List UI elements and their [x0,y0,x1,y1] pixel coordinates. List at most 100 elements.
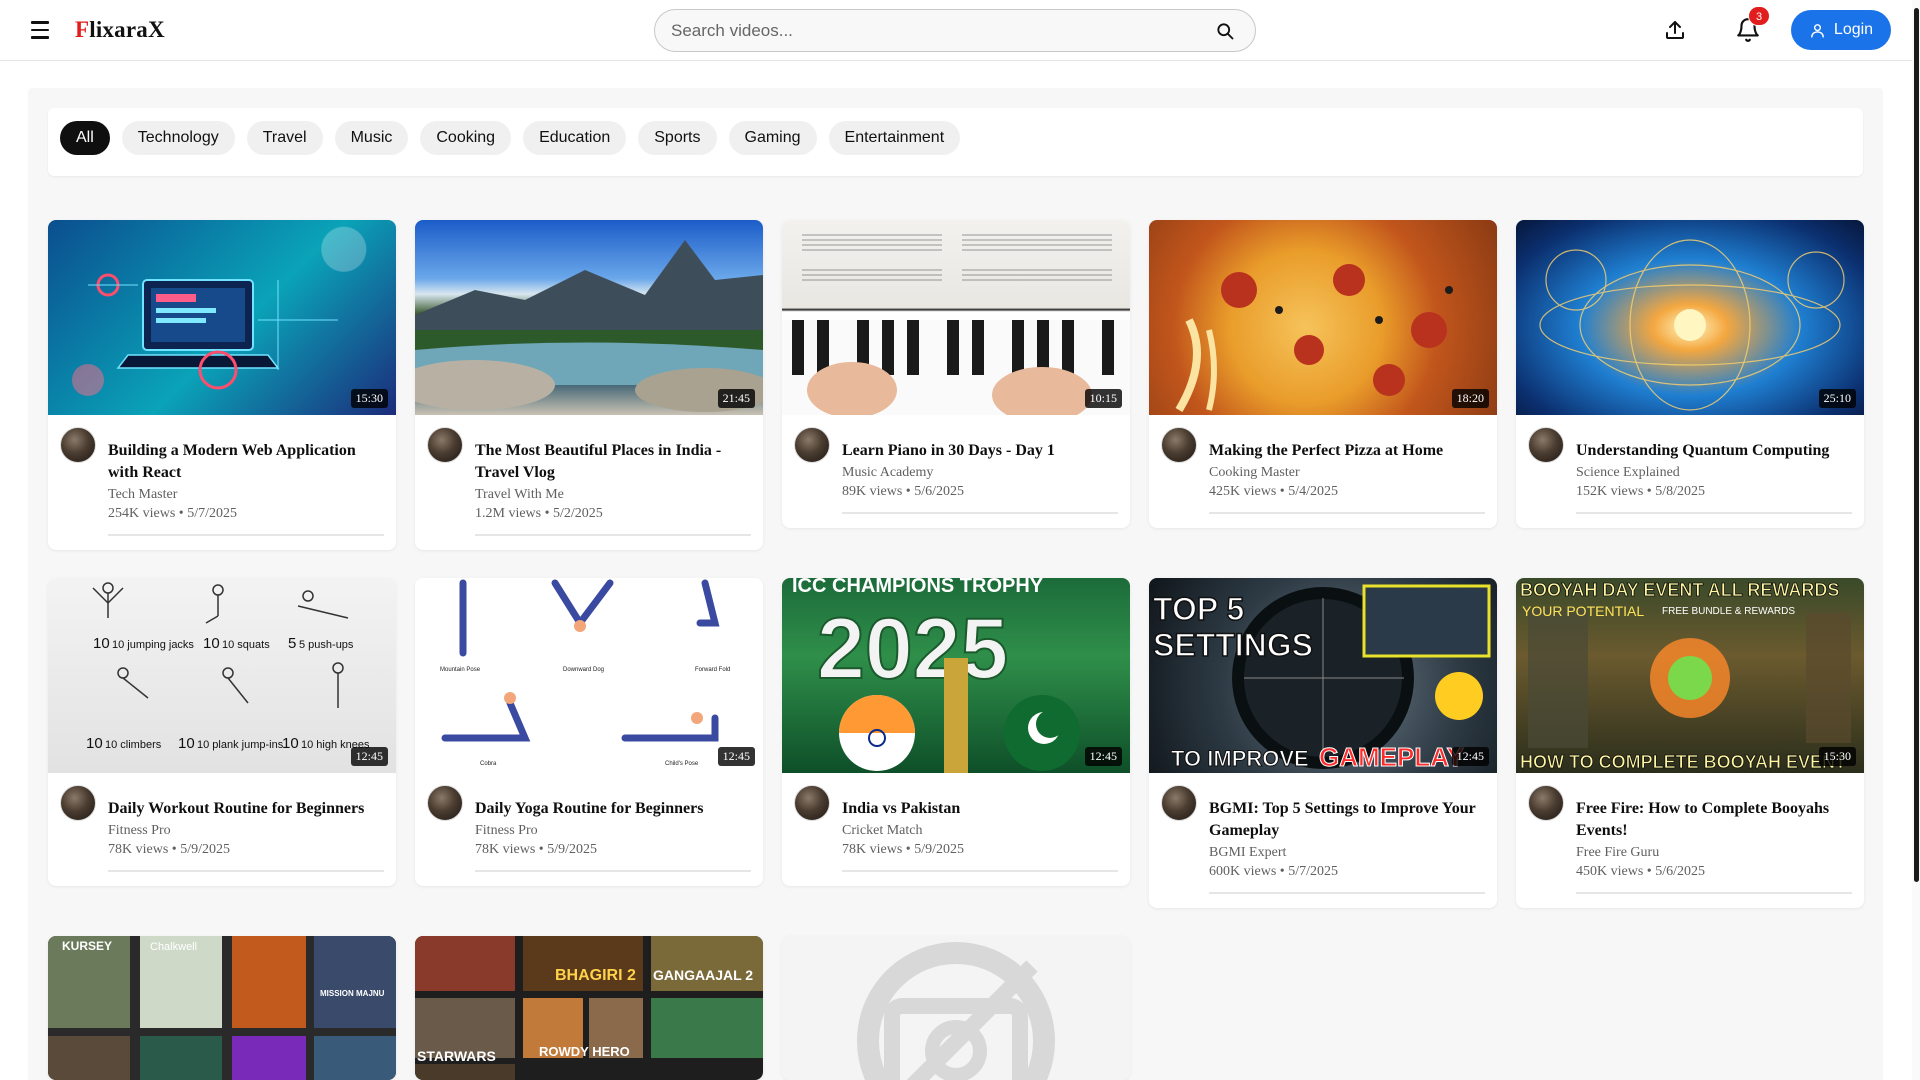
channel-avatar[interactable] [1161,785,1197,821]
video-card[interactable]: 21:45 The Most Beautiful Places in India… [415,220,763,550]
piano-illustration [782,234,1130,415]
scrollbar-thumb[interactable] [1914,8,1919,882]
chip-education[interactable]: Education [523,121,627,155]
page-scrollbar[interactable] [1912,0,1920,1080]
video-thumbnail[interactable]: 10:15 [782,220,1130,415]
video-card[interactable]: 25:10 Understanding Quantum Computing Sc… [1516,220,1864,528]
channel-name[interactable]: Fitness Pro [108,823,384,839]
top-header: FlixaraX 3 Login [0,0,1920,61]
channel-avatar[interactable] [427,785,463,821]
chip-entertainment[interactable]: Entertainment [828,121,961,155]
svg-text:MISSION MAJNU: MISSION MAJNU [320,989,385,998]
login-button[interactable]: Login [1791,10,1891,50]
video-title[interactable]: Daily Workout Routine for Beginners [108,798,384,820]
video-thumbnail[interactable]: ICC CHAMPIONS TROPHY 2025 12:45 [782,578,1130,773]
yoga-illustration: Mountain Pose Downward Dog Forward Fold … [440,579,730,767]
channel-avatar[interactable] [794,785,830,821]
channel-name[interactable]: Science Explained [1576,465,1852,481]
channel-avatar[interactable] [1528,785,1564,821]
video-title[interactable]: India vs Pakistan [842,798,1118,820]
video-thumbnail[interactable]: 15:30 [48,220,396,415]
video-card[interactable]: 15:30 Building a Modern Web Application … [48,220,396,550]
mountain-lake-illustration [415,240,763,412]
video-title[interactable]: Building a Modern Web Application with R… [108,440,384,484]
divider [1209,512,1485,514]
svg-text:Cobra: Cobra [480,761,497,767]
svg-text:10 climbers: 10 climbers [105,739,162,751]
svg-text:YOUR POTENTIAL: YOUR POTENTIAL [1522,603,1644,619]
video-card[interactable]: 10:15 Learn Piano in 30 Days - Day 1 Mus… [782,220,1130,528]
video-thumbnail[interactable]: 10 10 jumping jacks 10 10 squats 55 push-u… [48,578,396,773]
channel-avatar[interactable] [1528,427,1564,463]
video-card[interactable]: ICC CHAMPIONS TROPHY 2025 12:45 India vs… [782,578,1130,886]
channel-name[interactable]: Tech Master [108,487,384,503]
svg-text:10: 10 [86,735,103,752]
video-thumbnail[interactable]: KURSEY Chalkwell MISSION MAJNU [48,936,396,1080]
chip-all[interactable]: All [60,121,110,155]
logo[interactable]: FlixaraX [75,17,165,43]
search-input[interactable] [655,20,1185,41]
video-card[interactable]: 10 10 jumping jacks 10 10 squats 55 push-u… [48,578,396,886]
chip-technology[interactable]: Technology [121,121,235,155]
upload-date: 5/7/2025 [187,506,237,521]
video-card[interactable]: 18:20 Making the Perfect Pizza at Home C… [1149,220,1497,528]
channel-avatar[interactable] [60,427,96,463]
video-thumbnail[interactable]: TOP 5 SETTINGS TO IMPROVE GAMEPLAY 12:45 [1149,578,1497,773]
channel-avatar[interactable] [1161,427,1197,463]
video-info: Making the Perfect Pizza at Home Cooking… [1149,415,1497,528]
logo-text: lixaraX [89,17,165,42]
channel-name[interactable]: Fitness Pro [475,823,751,839]
video-thumbnail[interactable]: 18:20 [1149,220,1497,415]
logo-letter: F [75,17,90,42]
channel-avatar[interactable] [60,785,96,821]
channel-name[interactable]: BGMI Expert [1209,845,1485,861]
video-stats: 600K views • 5/7/2025 [1209,864,1338,879]
channel-name[interactable]: Cricket Match [842,823,1118,839]
video-card[interactable]: Mountain Pose Downward Dog Forward Fold … [415,578,763,886]
video-thumbnail[interactable]: Mountain Pose Downward Dog Forward Fold … [415,578,763,773]
video-card[interactable]: BHAGIRI 2 GANGAAJAL 2 STARWARS ROWDY HER… [415,936,763,1080]
channel-avatar[interactable] [427,427,463,463]
video-title[interactable]: Learn Piano in 30 Days - Day 1 [842,440,1118,462]
video-card[interactable]: TOP 5 SETTINGS TO IMPROVE GAMEPLAY 12:45… [1149,578,1497,908]
video-title[interactable]: Free Fire: How to Complete Booyahs Event… [1576,798,1852,842]
video-duration: 18:20 [1451,389,1489,408]
freefire-illustration: BOOYAH DAY EVENT ALL REWARDS YOUR POTENT… [1520,580,1851,772]
video-title[interactable]: BGMI: Top 5 Settings to Improve Your Gam… [1209,798,1485,842]
video-stats: 450K views • 5/6/2025 [1576,864,1705,879]
video-card[interactable]: BOOYAH DAY EVENT ALL REWARDS YOUR POTENT… [1516,578,1864,908]
chip-travel[interactable]: Travel [246,121,323,155]
chip-cooking[interactable]: Cooking [420,121,512,155]
chip-sports[interactable]: Sports [638,121,717,155]
channel-name[interactable]: Travel With Me [475,487,751,503]
hamburger-menu-icon[interactable] [24,16,56,44]
video-info: The Most Beautiful Places in India - Tra… [415,415,763,550]
thumb-label: Mountain Pose [440,667,481,673]
video-title[interactable]: Understanding Quantum Computing [1576,440,1852,462]
chip-music[interactable]: Music [334,121,409,155]
view-count: 450K views [1576,864,1644,879]
search-bar [654,9,1256,52]
video-title[interactable]: The Most Beautiful Places in India - Tra… [475,440,751,484]
video-title[interactable]: Making the Perfect Pizza at Home [1209,440,1485,462]
upload-date: 5/6/2025 [914,484,964,499]
upload-icon[interactable] [1663,18,1687,42]
video-title[interactable]: Daily Yoga Routine for Beginners [475,798,751,820]
channel-name[interactable]: Music Academy [842,465,1118,481]
search-icon[interactable] [1215,21,1235,41]
video-stats: 254K views • 5/7/2025 [108,506,237,521]
video-thumbnail[interactable]: BHAGIRI 2 GANGAAJAL 2 STARWARS ROWDY HER… [415,936,763,1080]
video-info: Understanding Quantum Computing Science … [1516,415,1864,528]
video-thumbnail[interactable] [782,936,1130,1080]
svg-text:Child's Pose: Child's Pose [665,761,699,767]
video-thumbnail[interactable]: 25:10 [1516,220,1864,415]
chip-gaming[interactable]: Gaming [728,121,817,155]
video-card[interactable] [782,936,1130,1080]
video-card[interactable]: KURSEY Chalkwell MISSION MAJNU [48,936,396,1080]
video-thumbnail[interactable]: BOOYAH DAY EVENT ALL REWARDS YOUR POTENT… [1516,578,1864,773]
video-thumbnail[interactable]: 21:45 [415,220,763,415]
divider [842,512,1118,514]
channel-avatar[interactable] [794,427,830,463]
channel-name[interactable]: Free Fire Guru [1576,845,1852,861]
channel-name[interactable]: Cooking Master [1209,465,1485,481]
